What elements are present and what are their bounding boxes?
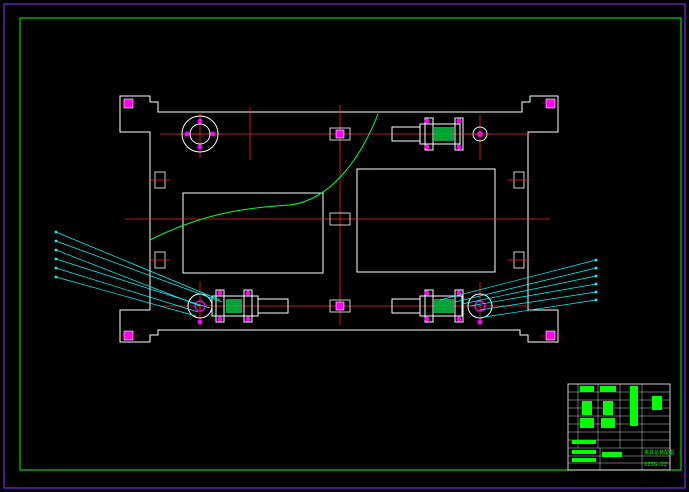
title-block-caption: 夹具总装配图 xyxy=(644,449,674,456)
bolt-center-top xyxy=(335,129,345,139)
bolt-top-right xyxy=(542,98,559,109)
outer-sheet-border xyxy=(3,3,686,489)
bolt-center-bottom xyxy=(335,301,345,311)
drawing-number: XZJG-22 xyxy=(644,462,667,468)
cad-canvas: 夹具总装配图 XZJG-22 xyxy=(0,0,689,492)
right-pocket xyxy=(356,168,496,273)
balloons-left xyxy=(54,230,58,279)
cad-drawing: 夹具总装配图 XZJG-22 xyxy=(3,3,686,489)
title-block: 夹具总装配图 XZJG-22 xyxy=(567,383,674,471)
clamp-bottom-right xyxy=(391,289,493,325)
bolt-top-left xyxy=(120,98,137,109)
left-pocket xyxy=(182,192,324,274)
bolt-bottom-left xyxy=(118,330,139,341)
inner-frame-border xyxy=(19,17,682,471)
balloons-right xyxy=(594,258,598,302)
leaders-left xyxy=(55,231,223,317)
